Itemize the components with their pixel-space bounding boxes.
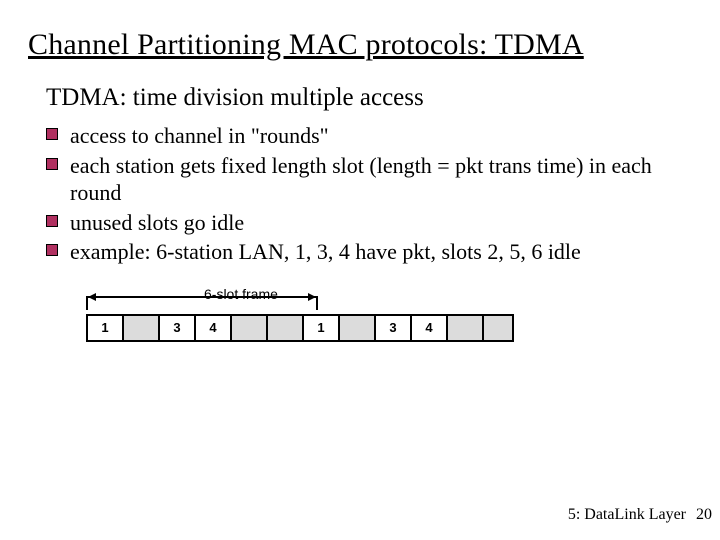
slot-idle: [232, 316, 268, 340]
bullet-item: each station gets fixed length slot (len…: [46, 152, 692, 207]
brace-left-arrow-icon: [88, 293, 96, 301]
slot-strip: 134134: [86, 314, 514, 342]
slide-subtitle: TDMA: time division multiple access: [46, 84, 692, 112]
bullet-item: example: 6-station LAN, 1, 3, 4 have pkt…: [46, 238, 692, 266]
slot-used: 4: [196, 316, 232, 340]
slot-idle: [268, 316, 304, 340]
slot-idle: [340, 316, 376, 340]
slot-used: 1: [304, 316, 340, 340]
slot-idle: [448, 316, 484, 340]
footer-chapter: 5: DataLink Layer: [568, 506, 686, 524]
slot-idle: [124, 316, 160, 340]
tdma-diagram: 6-slot frame 134134: [86, 286, 556, 356]
brace-right-arrow-icon: [308, 293, 316, 301]
slot-idle: [484, 316, 514, 340]
bullet-item: unused slots go idle: [46, 209, 692, 237]
slot-used: 3: [376, 316, 412, 340]
slot-used: 3: [160, 316, 196, 340]
footer-page-number: 20: [696, 506, 712, 524]
bullet-list: access to channel in "rounds" each stati…: [46, 122, 692, 266]
bullet-item: access to channel in "rounds": [46, 122, 692, 150]
slide-title: Channel Partitioning MAC protocols: TDMA: [28, 28, 692, 62]
slide: Channel Partitioning MAC protocols: TDMA…: [0, 0, 720, 540]
slot-used: 1: [88, 316, 124, 340]
frame-brace: [86, 296, 318, 310]
brace-right-tick: [316, 296, 318, 310]
slot-used: 4: [412, 316, 448, 340]
